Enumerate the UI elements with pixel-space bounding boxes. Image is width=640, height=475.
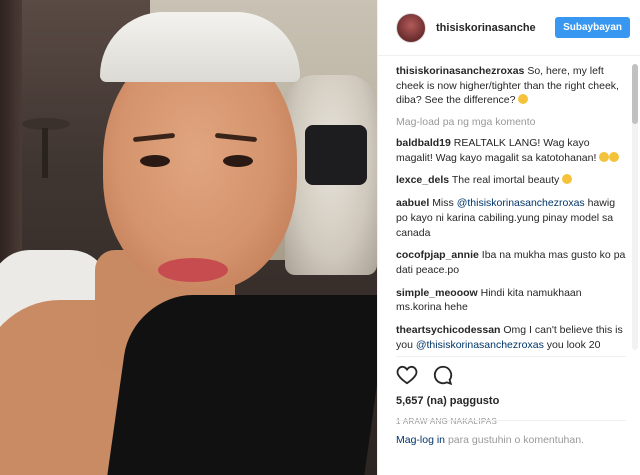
post-header: thisiskorinasanche Subaybayan: [378, 0, 640, 56]
comment-username[interactable]: cocofpjap_annie: [396, 249, 479, 261]
login-prompt: Mag-log in para gustuhin o komentuhan.: [396, 420, 626, 448]
list-item: simple_meooow Hindi kita namukhaan ms.ko…: [396, 286, 626, 315]
post-photo[interactable]: [0, 0, 377, 475]
photo-headband: [100, 12, 300, 82]
comment-mention[interactable]: @thisiskorinasanchezroxas: [457, 197, 585, 209]
comment-username[interactable]: simple_meooow: [396, 287, 478, 299]
login-link[interactable]: Mag-log in: [396, 434, 445, 446]
photo-lips: [158, 258, 228, 282]
caption: thisiskorinasanchezroxas So, here, my le…: [396, 64, 626, 108]
avatar[interactable]: [396, 12, 426, 43]
caption-username[interactable]: thisiskorinasanchezroxas: [396, 65, 524, 77]
comment-icon[interactable]: [432, 364, 454, 389]
photo-dress: [107, 295, 377, 475]
comment-username[interactable]: theartsychicodessan: [396, 324, 500, 336]
post-actions: 5,657 (na) paggusto 1 ARAW ANG NAKALIPAS: [396, 356, 626, 426]
comment-username[interactable]: lexce_dels: [396, 174, 449, 186]
action-icons: [396, 363, 626, 389]
list-item: aabuel Miss @thisiskorinasanchezroxas ha…: [396, 196, 626, 240]
follow-button[interactable]: Subaybayan: [555, 17, 630, 38]
list-item: lexce_dels The real imortal beauty: [396, 173, 626, 188]
photo-eye-right: [223, 155, 253, 167]
list-item: cocofpjap_annie Iba na mukha mas gusto k…: [396, 248, 626, 277]
comments-list[interactable]: thisiskorinasanchezroxas So, here, my le…: [396, 64, 626, 350]
photo-bag: [305, 125, 367, 185]
header-username[interactable]: thisiskorinasanche: [436, 22, 555, 34]
laughing-crying-icon: [609, 151, 620, 162]
thinking-face-icon: [518, 94, 529, 105]
heart-eyes-icon: [562, 174, 573, 185]
comments-scrollbar[interactable]: [632, 64, 638, 350]
photo-eye-left: [140, 155, 170, 167]
comment-text: Miss: [432, 197, 454, 210]
comment-text: The real imortal beauty: [451, 174, 560, 187]
comment-username[interactable]: aabuel: [396, 197, 429, 209]
laughing-crying-icon: [599, 151, 610, 162]
scrollbar-thumb[interactable]: [632, 64, 638, 124]
comment-mention[interactable]: @thisiskorinasanchezroxas: [416, 339, 544, 350]
post-sidebar: thisiskorinasanche Subaybayan thisiskori…: [377, 0, 640, 475]
instagram-post: thisiskorinasanche Subaybayan thisiskori…: [0, 0, 640, 475]
load-more-comments-link[interactable]: Mag-load pa ng mga komento: [396, 116, 626, 128]
likes-count[interactable]: 5,657 (na) paggusto: [396, 395, 626, 407]
login-suffix: para gustuhin o komentuhan.: [447, 434, 584, 446]
comment-username[interactable]: baldbald19: [396, 137, 451, 149]
photo-stool-leg: [42, 128, 48, 178]
heart-icon[interactable]: [396, 365, 418, 388]
list-item: theartsychicodessan Omg I can't believe …: [396, 323, 626, 350]
list-item: baldbald19 REALTALK LANG! Wag kayo magal…: [396, 136, 626, 165]
